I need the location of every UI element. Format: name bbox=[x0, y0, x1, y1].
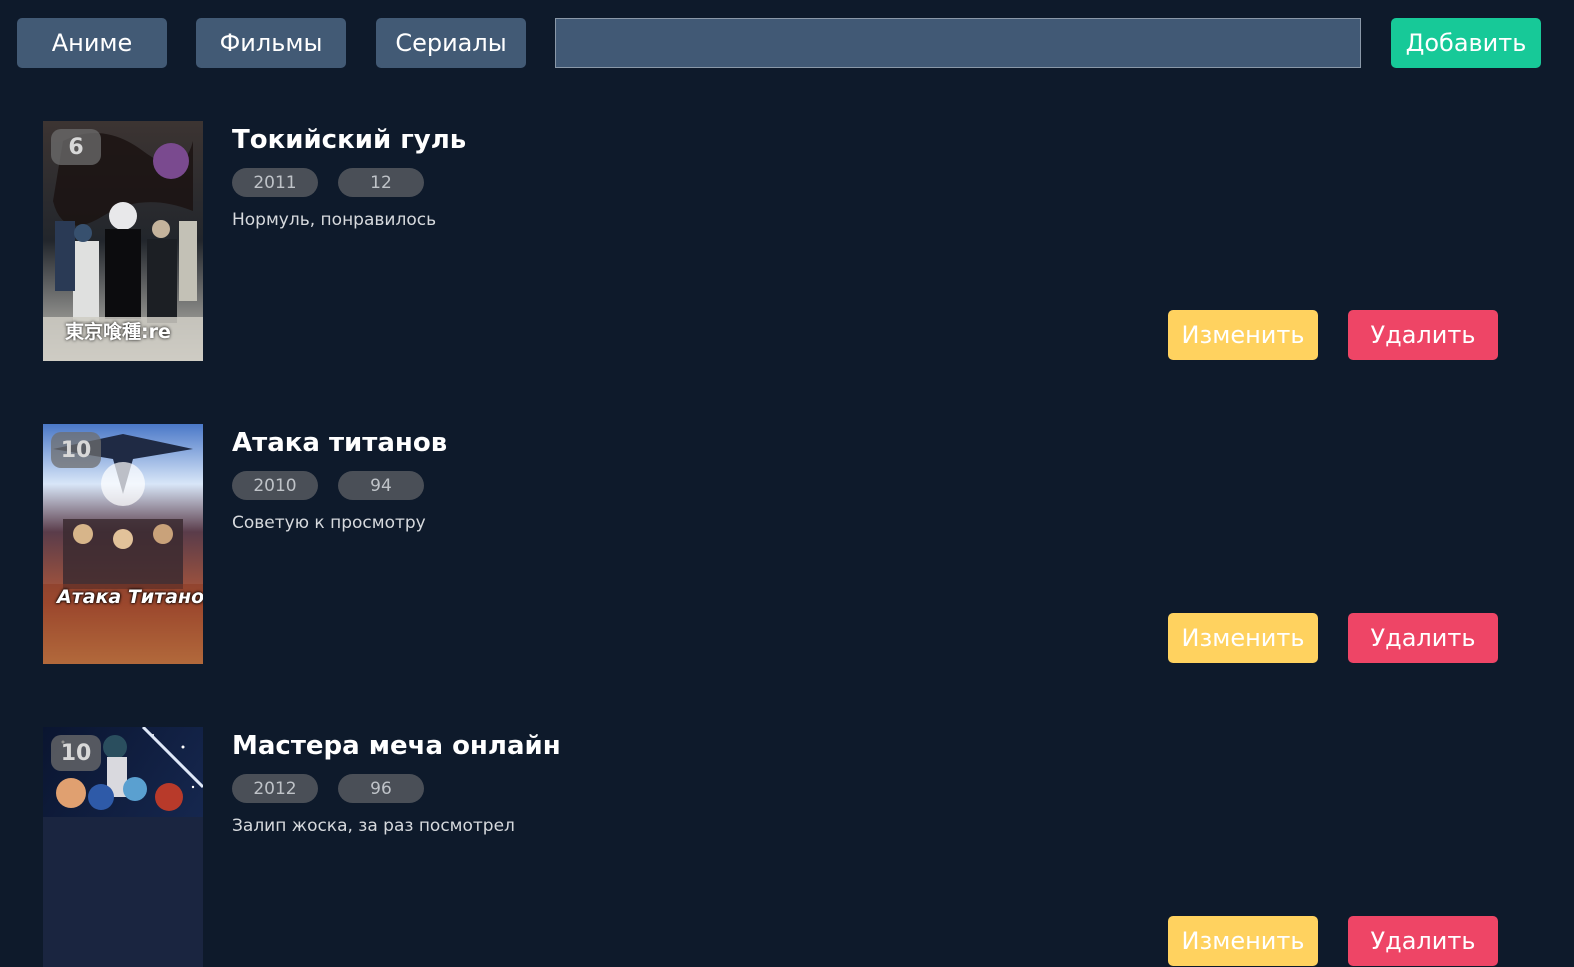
poster-image[interactable]: 10 bbox=[43, 727, 203, 967]
year-badge: 2010 bbox=[232, 471, 318, 500]
rating-badge: 10 bbox=[51, 432, 101, 468]
title-card: Атака Титанов 10 Атака титанов 2010 94 С… bbox=[43, 424, 1503, 664]
delete-button[interactable]: Удалить bbox=[1348, 916, 1498, 966]
item-comment: Залип жоска, за раз посмотрел bbox=[232, 816, 515, 836]
delete-button[interactable]: Удалить bbox=[1348, 310, 1498, 360]
rating-badge: 6 bbox=[51, 129, 101, 165]
delete-button[interactable]: Удалить bbox=[1348, 613, 1498, 663]
add-button[interactable]: Добавить bbox=[1391, 18, 1541, 68]
poster-logo-text: 東京喰種:re bbox=[65, 321, 171, 343]
edit-button[interactable]: Изменить bbox=[1168, 613, 1318, 663]
anime-category-button[interactable]: Аниме bbox=[17, 18, 167, 68]
item-title: Токийский гуль bbox=[232, 125, 467, 155]
top-toolbar: Аниме Фильмы Сериалы Добавить bbox=[0, 0, 1574, 86]
rating-badge: 10 bbox=[51, 735, 101, 771]
title-card: 東京喰種:re 6 Токийский гуль 2011 12 Нормуль… bbox=[43, 121, 1503, 361]
films-category-button[interactable]: Фильмы bbox=[196, 18, 346, 68]
episodes-badge: 94 bbox=[338, 471, 424, 500]
search-input[interactable] bbox=[555, 18, 1361, 68]
item-comment: Нормуль, понравилось bbox=[232, 210, 437, 230]
series-category-button[interactable]: Сериалы bbox=[376, 18, 526, 68]
item-title: Атака титанов bbox=[232, 428, 448, 458]
item-comment: Советую к просмотру bbox=[232, 513, 426, 533]
edit-button[interactable]: Изменить bbox=[1168, 310, 1318, 360]
poster-logo-text: Атака Титанов bbox=[57, 586, 203, 608]
poster-image[interactable]: Атака Титанов 10 bbox=[43, 424, 203, 664]
year-badge: 2011 bbox=[232, 168, 318, 197]
episodes-badge: 12 bbox=[338, 168, 424, 197]
item-title: Мастера меча онлайн bbox=[232, 731, 561, 761]
year-badge: 2012 bbox=[232, 774, 318, 803]
episodes-badge: 96 bbox=[338, 774, 424, 803]
title-card: 10 Мастера меча онлайн 2012 96 Залип жос… bbox=[43, 727, 1503, 967]
edit-button[interactable]: Изменить bbox=[1168, 916, 1318, 966]
poster-image[interactable]: 東京喰種:re 6 bbox=[43, 121, 203, 361]
